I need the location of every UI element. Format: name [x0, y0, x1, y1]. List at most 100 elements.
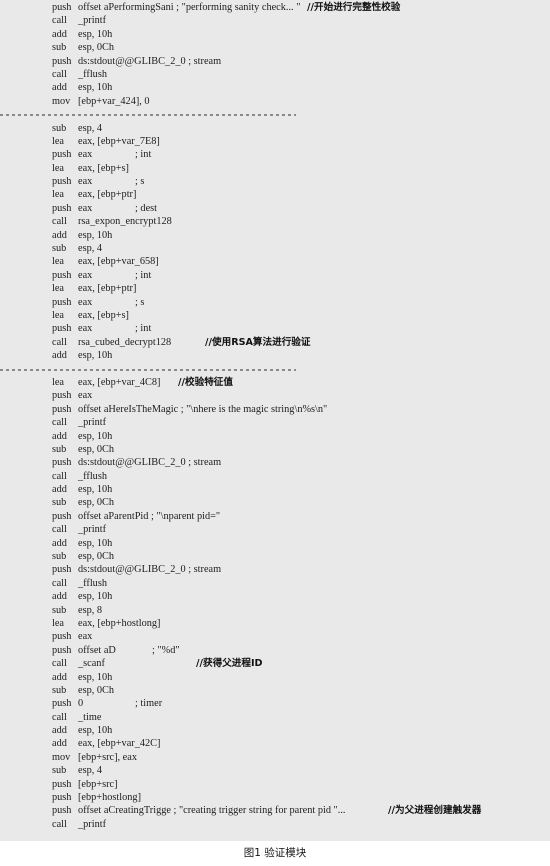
- section-divider: [0, 108, 550, 121]
- code-line: push offset aCreatingTrigge ; "creating t…: [0, 804, 550, 817]
- instruction-mnemonic: call: [52, 577, 67, 589]
- code-line: call _printf: [0, 416, 550, 429]
- instruction-operands: _time: [78, 711, 102, 723]
- instruction-mnemonic: push: [52, 631, 72, 643]
- code-line: push eax ; s: [0, 175, 550, 188]
- instruction-mnemonic: call: [52, 524, 67, 536]
- instruction-mnemonic: push: [52, 792, 72, 804]
- instruction-mnemonic: lea: [52, 162, 65, 174]
- code-line: add esp, 10h: [0, 537, 550, 550]
- instruction-mnemonic: push: [52, 269, 72, 281]
- instruction-mnemonic: call: [52, 818, 67, 830]
- instruction-mnemonic: push: [52, 457, 72, 469]
- instruction-mnemonic: add: [52, 28, 67, 40]
- instruction-mnemonic: call: [52, 216, 67, 228]
- code-line: push [ebp+src]: [0, 778, 550, 791]
- code-line: push offset aParentPid ; "\nparent pid=": [0, 510, 550, 523]
- instruction-operands: eax: [78, 323, 93, 335]
- instruction-mnemonic: add: [52, 350, 67, 362]
- instruction-operands: _printf: [78, 15, 107, 27]
- disassembly-figure: push offset aPerformingSani ; "performing…: [0, 0, 550, 841]
- instruction-mnemonic: push: [52, 176, 72, 188]
- code-line: sub esp, 0Ch: [0, 684, 550, 697]
- instruction-mnemonic: lea: [52, 309, 65, 321]
- code-line: lea eax, [ebp+ptr]: [0, 188, 550, 201]
- instruction-mnemonic: sub: [52, 604, 67, 616]
- operand-annotation: ; s: [135, 296, 145, 308]
- code-line: lea eax, [ebp+ptr]: [0, 282, 550, 295]
- instruction-mnemonic: call: [52, 68, 67, 80]
- instruction-mnemonic: lea: [52, 135, 65, 147]
- instruction-operands: offset aCreatingTrigge ; "creating trigg…: [78, 805, 346, 817]
- instruction-mnemonic: sub: [52, 122, 67, 134]
- code-line: call _scanf //获得父进程ID: [0, 657, 550, 670]
- code-line: push eax: [0, 630, 550, 643]
- instruction-operands: eax, [ebp+hostlong]: [78, 617, 161, 629]
- code-line: push offset aHereIsTheMagic ; "\nhere is …: [0, 403, 550, 416]
- operand-annotation: ; int: [135, 149, 152, 161]
- instruction-operands: _fflush: [78, 68, 107, 80]
- chinese-annotation: //开始进行完整性校验: [307, 2, 401, 13]
- instruction-operands: _printf: [78, 524, 107, 536]
- instruction-operands: eax: [78, 296, 93, 308]
- code-line: sub esp, 0Ch: [0, 443, 550, 456]
- instruction-mnemonic: sub: [52, 243, 67, 255]
- figure-caption: 图1 验证模块: [0, 841, 550, 866]
- code-line: sub esp, 0Ch: [0, 550, 550, 563]
- instruction-operands: eax, [ebp+ptr]: [78, 189, 137, 201]
- instruction-operands: [ebp+var_424], 0: [78, 95, 150, 107]
- instruction-mnemonic: sub: [52, 765, 67, 777]
- instruction-mnemonic: push: [52, 644, 72, 656]
- instruction-operands: _fflush: [78, 577, 107, 589]
- instruction-mnemonic: push: [52, 510, 72, 522]
- instruction-mnemonic: add: [52, 725, 67, 737]
- code-line: add esp, 10h: [0, 671, 550, 684]
- code-line: sub esp, 4: [0, 122, 550, 135]
- chinese-annotation: //为父进程创建触发器: [388, 805, 482, 817]
- code-line: lea eax, [ebp+s]: [0, 162, 550, 175]
- instruction-operands: offset aD: [78, 644, 116, 656]
- instruction-operands: 0: [78, 698, 84, 710]
- code-line: add esp, 10h: [0, 229, 550, 242]
- code-line: push ds:stdout@@GLIBC_2_0 ; stream: [0, 563, 550, 576]
- code-line: call rsa_cubed_decrypt128 //使用RSA算法进行验证: [0, 336, 550, 349]
- code-line: lea eax, [ebp+s]: [0, 309, 550, 322]
- instruction-operands: _fflush: [78, 470, 107, 482]
- code-line: call _time: [0, 711, 550, 724]
- instruction-operands: esp, 10h: [78, 591, 113, 603]
- instruction-operands: eax, [ebp+var_4C8]: [78, 376, 161, 388]
- code-line: sub esp, 8: [0, 604, 550, 617]
- code-line: push eax ; dest: [0, 202, 550, 215]
- instruction-mnemonic: push: [52, 296, 72, 308]
- code-line: add eax, [ebp+var_42C]: [0, 737, 550, 750]
- chinese-annotation: //使用RSA算法进行验证: [205, 336, 311, 348]
- code-line: add esp, 10h: [0, 430, 550, 443]
- instruction-operands: eax: [78, 202, 93, 214]
- code-line: push [ebp+hostlong]: [0, 791, 550, 804]
- instruction-operands: ds:stdout@@GLIBC_2_0 ; stream: [78, 564, 222, 576]
- instruction-mnemonic: push: [52, 323, 72, 335]
- instruction-mnemonic: add: [52, 591, 67, 603]
- instruction-operands: esp, 10h: [78, 229, 113, 241]
- operand-annotation: ; int: [135, 323, 152, 335]
- operand-annotation: ; s: [135, 176, 145, 188]
- code-line: add esp, 10h: [0, 28, 550, 41]
- instruction-operands: eax, [ebp+ptr]: [78, 283, 137, 295]
- instruction-operands: offset aHereIsTheMagic ; "\nhere is the …: [78, 403, 328, 415]
- code-line: push 0 ; timer: [0, 697, 550, 710]
- code-line: push offset aPerformingSani ; "performing…: [0, 1, 550, 14]
- code-line: push ds:stdout@@GLIBC_2_0 ; stream: [0, 55, 550, 68]
- code-line: add esp, 10h: [0, 483, 550, 496]
- instruction-mnemonic: add: [52, 738, 67, 750]
- instruction-operands: esp, 0Ch: [78, 551, 115, 563]
- instruction-operands: eax, [ebp+var_658]: [78, 256, 159, 268]
- instruction-operands: esp, 8: [78, 604, 103, 616]
- operand-annotation: ; dest: [135, 202, 158, 214]
- code-line: add esp, 10h: [0, 81, 550, 94]
- instruction-operands: esp, 10h: [78, 82, 113, 94]
- instruction-operands: ds:stdout@@GLIBC_2_0 ; stream: [78, 457, 222, 469]
- instruction-operands: [ebp+src], eax: [78, 751, 137, 763]
- instruction-mnemonic: call: [52, 470, 67, 482]
- instruction-operands: _printf: [78, 818, 107, 830]
- instruction-mnemonic: add: [52, 671, 67, 683]
